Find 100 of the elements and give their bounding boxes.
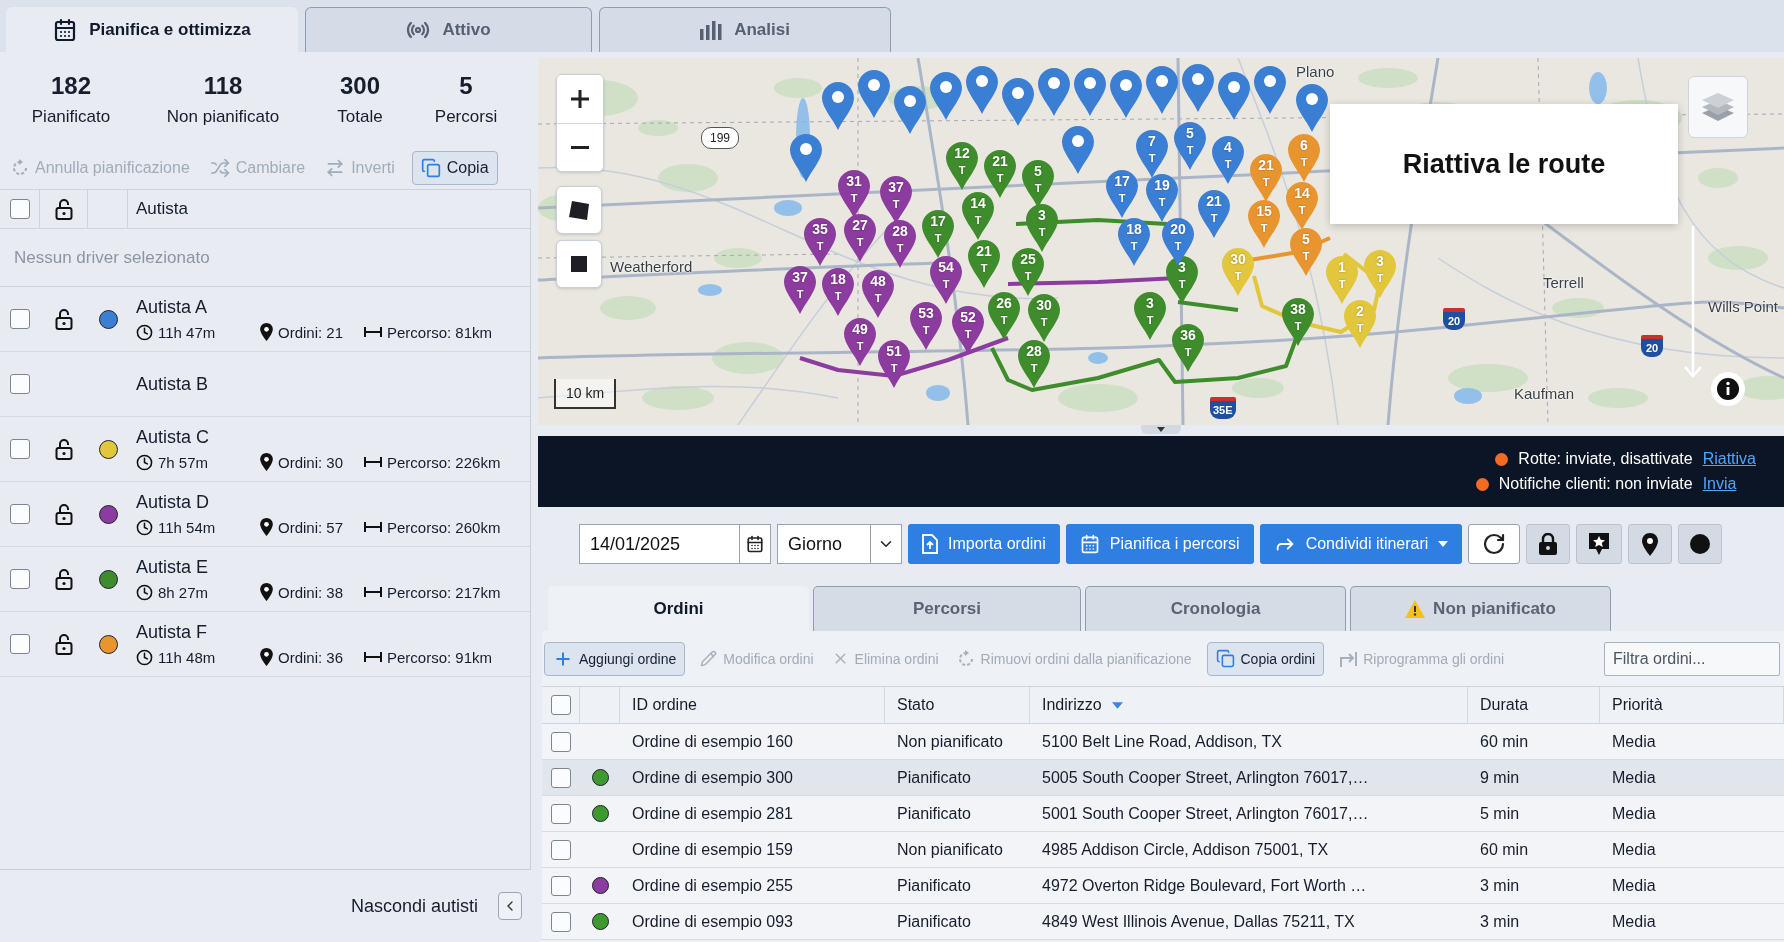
pin-button[interactable] xyxy=(1628,524,1673,564)
checkbox[interactable] xyxy=(9,199,30,219)
map-marker[interactable]: 51 T xyxy=(877,339,911,389)
toolbar-button[interactable]: Importa ordini xyxy=(908,524,1060,564)
checkbox[interactable] xyxy=(10,569,30,589)
map-marker[interactable]: 14 T xyxy=(1285,181,1319,231)
column-header[interactable]: Priorità xyxy=(1612,696,1663,714)
checkbox[interactable] xyxy=(551,767,571,788)
checkbox[interactable] xyxy=(10,634,30,654)
map-pin-icon[interactable] xyxy=(1037,67,1071,117)
table-row[interactable]: Ordine di esempio 255 Pianificato 4972 Overton Ridge Boulevard, Fort Worth … 3 min Media xyxy=(542,868,1784,904)
checkbox[interactable] xyxy=(551,875,571,896)
map-pin-icon[interactable] xyxy=(821,81,855,131)
zoom-in-button[interactable] xyxy=(557,75,603,123)
map-marker[interactable]: 36 T xyxy=(1171,323,1205,373)
tab[interactable]: Analisi xyxy=(599,7,891,52)
map-pin-icon[interactable] xyxy=(1181,63,1215,113)
map-marker[interactable]: 18 T xyxy=(1117,217,1151,267)
checkbox[interactable] xyxy=(550,695,571,715)
layers-button[interactable] xyxy=(1688,76,1748,138)
checkbox[interactable] xyxy=(10,504,30,524)
info-icon[interactable] xyxy=(1711,372,1745,406)
map-marker[interactable]: 28 T xyxy=(1017,339,1051,389)
map-marker[interactable]: 48 T xyxy=(861,269,895,319)
map-marker[interactable]: 38 T xyxy=(1281,297,1315,347)
tab[interactable]: Ordini xyxy=(548,586,809,631)
map-pin-icon[interactable] xyxy=(1073,67,1107,117)
map-marker[interactable]: 53 T xyxy=(909,301,943,351)
map-pin-icon[interactable] xyxy=(1061,125,1095,175)
map-marker[interactable]: 21 T xyxy=(983,149,1017,199)
map-marker[interactable]: 25 T xyxy=(1011,247,1045,297)
notice-link[interactable]: Invia xyxy=(1702,475,1737,493)
map-marker[interactable]: 37 T xyxy=(783,265,817,315)
action-button[interactable]: Aggiungi ordine xyxy=(544,641,686,676)
checkbox[interactable] xyxy=(551,839,571,860)
checkbox[interactable] xyxy=(10,309,30,329)
map-marker[interactable]: 21 T xyxy=(1249,153,1283,203)
map-pin-icon[interactable] xyxy=(929,71,963,121)
table-row[interactable]: Ordine di esempio 093 Pianificato 4849 West Illinois Avenue, Dallas 75211, TX 3 min Media xyxy=(542,904,1784,940)
period-select[interactable]: Giorno xyxy=(777,524,902,564)
map-marker[interactable]: 54 T xyxy=(929,255,963,305)
tab[interactable]: Percorsi xyxy=(813,586,1081,631)
map-marker[interactable]: 28 T xyxy=(883,219,917,269)
tab[interactable]: Cronologia xyxy=(1085,586,1346,631)
table-row[interactable]: Ordine di esempio 159 Non pianificato 4985 Addison Circle, Addison 75001, TX 60 min Media xyxy=(542,832,1784,868)
map-marker[interactable]: 27 T xyxy=(843,213,877,263)
checkbox[interactable] xyxy=(10,439,30,459)
driver-name[interactable]: Autista C xyxy=(136,427,530,448)
map-pin-icon[interactable] xyxy=(1253,65,1287,115)
draw-polygon-button[interactable] xyxy=(556,186,602,234)
map-marker[interactable]: 21 T xyxy=(967,239,1001,289)
map-pin-icon[interactable] xyxy=(893,85,927,135)
map-pin-icon[interactable] xyxy=(1295,83,1329,133)
map-marker[interactable]: 5 T xyxy=(1173,121,1207,171)
map-pin-icon[interactable] xyxy=(965,65,999,115)
map-marker[interactable]: 30 T xyxy=(1027,293,1061,343)
map-pin-icon[interactable] xyxy=(1145,65,1179,115)
tab[interactable]: Non pianificato xyxy=(1350,586,1611,631)
toolbar-button[interactable]: Pianifica i percorsi xyxy=(1065,524,1254,564)
toolbar-button[interactable]: Condividi itinerari xyxy=(1259,524,1463,564)
zoom-out-button[interactable] xyxy=(557,123,603,171)
draw-square-button[interactable] xyxy=(556,240,602,288)
chat-star-button[interactable] xyxy=(1576,524,1623,564)
map-marker[interactable]: 14 T xyxy=(961,191,995,241)
map-marker[interactable]: 17 T xyxy=(1105,169,1139,219)
map-pin-icon[interactable] xyxy=(1109,69,1143,119)
map-marker[interactable]: 6 T xyxy=(1287,133,1321,183)
column-header[interactable]: Stato xyxy=(897,696,935,714)
resize-handle[interactable] xyxy=(1141,425,1181,434)
checkbox[interactable] xyxy=(10,374,30,394)
collapse-button[interactable] xyxy=(498,892,522,920)
map-marker[interactable]: 19 T xyxy=(1145,173,1179,223)
dot-button[interactable] xyxy=(1678,524,1723,564)
map-marker[interactable]: 18 T xyxy=(821,267,855,317)
map-marker[interactable]: 3 T xyxy=(1133,291,1167,341)
table-row[interactable]: Ordine di esempio 281 Pianificato 5001 South Cooper Street, Arlington 76017,… 5 min Media xyxy=(542,796,1784,832)
map-marker[interactable]: 12 T xyxy=(945,141,979,191)
table-row[interactable]: Ordine di esempio 300 Pianificato 5005 South Cooper Street, Arlington 76017,… 9 min Media xyxy=(542,760,1784,796)
checkbox[interactable] xyxy=(551,731,571,752)
driver-name[interactable]: Autista F xyxy=(136,622,530,643)
map-marker[interactable]: 35 T xyxy=(803,217,837,267)
table-row[interactable]: Ordine di esempio 160 Non pianificato 5100 Belt Line Road, Addison, TX 60 min Media xyxy=(542,724,1784,760)
map-marker[interactable]: 15 T xyxy=(1247,199,1281,249)
action-button[interactable]: Copia xyxy=(411,151,498,185)
map-pin-icon[interactable] xyxy=(1001,77,1035,127)
column-header[interactable]: Durata xyxy=(1480,696,1529,714)
checkbox[interactable] xyxy=(551,911,571,932)
action-button[interactable]: Copia ordini xyxy=(1206,641,1325,676)
column-header[interactable]: ID ordine xyxy=(632,696,697,714)
checkbox[interactable] xyxy=(551,803,571,824)
column-header[interactable]: Indirizzo xyxy=(1042,696,1123,714)
map-pin-icon[interactable] xyxy=(1217,71,1251,121)
lock-button[interactable] xyxy=(1526,524,1571,564)
map-marker[interactable]: 7 T xyxy=(1135,129,1169,179)
driver-name[interactable]: Autista E xyxy=(136,557,530,578)
notice-link[interactable]: Riattiva xyxy=(1702,450,1756,468)
map-marker[interactable]: 5 T xyxy=(1289,227,1323,277)
tab[interactable]: Attivo xyxy=(305,7,592,52)
map-pin-icon[interactable] xyxy=(857,69,891,119)
map-marker[interactable]: 49 T xyxy=(843,317,877,367)
